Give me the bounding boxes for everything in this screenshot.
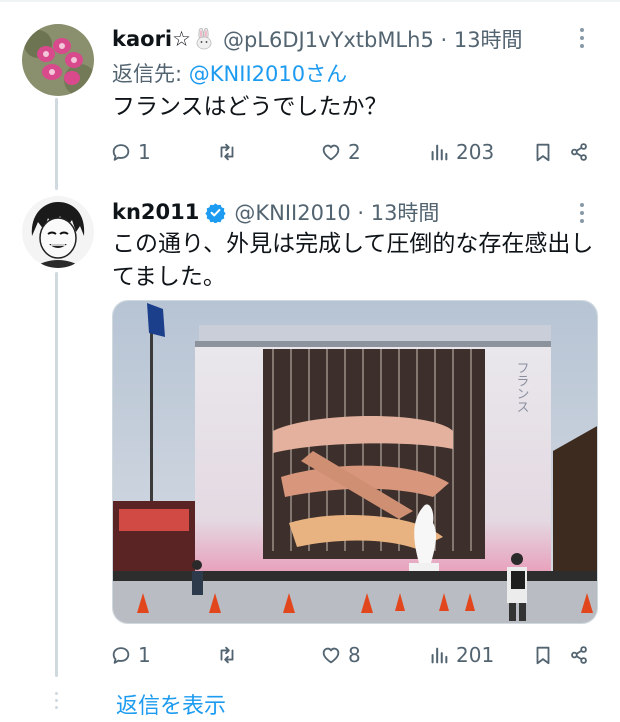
tweet-text: この通り、外見は完成して圧倒的な存在感出し てました。 — [112, 228, 593, 294]
like-count: 8 — [348, 643, 361, 667]
bookmark-icon — [536, 143, 550, 162]
bookmark-button[interactable] — [532, 138, 554, 166]
retweet-button[interactable] — [216, 641, 244, 669]
rabbit-emoji-icon — [193, 27, 215, 50]
bookmark-icon — [536, 646, 550, 665]
like-button[interactable]: 2 — [320, 138, 361, 166]
like-icon — [322, 144, 340, 161]
tweet-text: フランスはどうでしたか？ — [112, 94, 388, 120]
thread-line — [55, 98, 58, 190]
views-icon — [431, 144, 448, 161]
like-icon — [322, 647, 340, 664]
views-icon — [431, 647, 448, 664]
tweet-actions: 1 8 201 — [110, 641, 590, 669]
share-button[interactable] — [568, 641, 590, 669]
views-button[interactable]: 203 — [428, 138, 494, 166]
tweet-photo[interactable]: フランス — [112, 300, 598, 624]
reply-prefix: 返信先: — [112, 62, 189, 86]
thread-line — [55, 272, 58, 677]
more-icon[interactable] — [580, 203, 586, 227]
retweet-icon — [220, 646, 234, 664]
share-icon — [571, 143, 587, 161]
more-icon[interactable] — [580, 28, 586, 52]
display-name[interactable]: kn2011 — [112, 200, 199, 224]
reply-mention-link[interactable]: @KNII2010さん — [189, 62, 347, 86]
like-button[interactable]: 8 — [320, 641, 361, 669]
like-count: 2 — [348, 140, 361, 164]
share-button[interactable] — [568, 138, 590, 166]
retweet-button[interactable] — [216, 138, 244, 166]
thread-dots — [55, 692, 58, 713]
reply-to-line: 返信先: @KNII2010さん — [112, 58, 347, 88]
pavilion-sign: フランス — [514, 361, 529, 413]
tweet-text-line: てました。 — [112, 264, 226, 290]
reply-button[interactable]: 1 — [110, 138, 151, 166]
bookmark-button[interactable] — [532, 641, 554, 669]
reply-count: 1 — [138, 140, 151, 164]
reply-count: 1 — [138, 643, 151, 667]
views-count: 203 — [456, 140, 495, 164]
tweet-actions: 1 2 203 — [110, 138, 590, 166]
tweet-text-line: この通り、外見は完成して圧倒的な存在感出し — [112, 231, 594, 257]
avatar[interactable] — [22, 24, 94, 96]
tweet-header: kaori☆ @pL6DJ1vYxtbMLh5 · 13時間 — [112, 24, 523, 54]
reply-icon — [112, 647, 130, 664]
tweet-header: kn2011 @KNII2010 · 13時間 — [112, 197, 439, 227]
retweet-icon — [220, 143, 234, 161]
avatar[interactable] — [22, 196, 94, 268]
show-replies-link[interactable]: 返信を表示 — [116, 688, 226, 720]
top-divider — [0, 0, 620, 2]
reply-button[interactable]: 1 — [110, 641, 151, 669]
reply-icon — [112, 144, 130, 161]
share-icon — [571, 646, 587, 664]
handle-and-time[interactable]: @pL6DJ1vYxtbMLh5 · 13時間 — [223, 24, 523, 54]
handle-and-time[interactable]: @KNII2010 · 13時間 — [234, 197, 439, 227]
verified-badge-icon — [205, 202, 227, 224]
views-button[interactable]: 201 — [428, 641, 494, 669]
views-count: 201 — [456, 643, 495, 667]
display-name[interactable]: kaori☆ — [112, 27, 191, 51]
